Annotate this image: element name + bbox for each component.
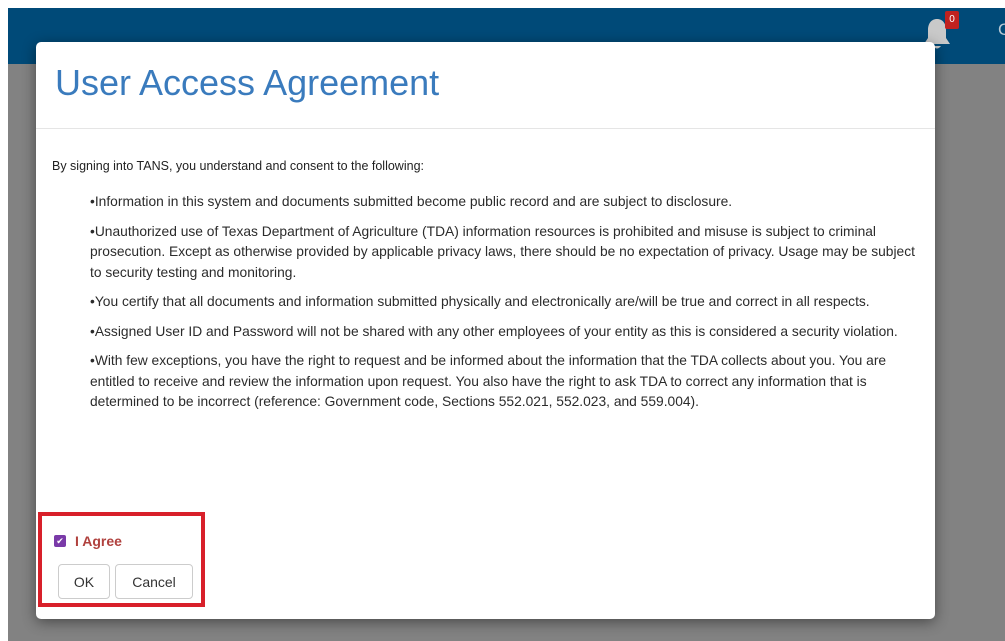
notification-badge: 0 [945, 11, 959, 29]
term-certify-documents: •You certify that all documents and info… [90, 294, 870, 309]
term-unauthorized-use: •Unauthorized use of Texas Department of… [90, 223, 915, 280]
user-access-agreement-dialog: User Access Agreement By signing into TA… [36, 42, 935, 619]
page-left-edge [0, 0, 8, 641]
agree-label[interactable]: I Agree [75, 532, 122, 550]
dialog-title: User Access Agreement [55, 62, 440, 103]
topbar-truncated-text: C [998, 20, 1005, 39]
cancel-button[interactable]: Cancel [115, 564, 193, 599]
agree-checkbox[interactable]: ✔ [54, 535, 66, 547]
check-icon: ✔ [56, 536, 64, 546]
term-public-record: •Information in this system and document… [90, 194, 733, 209]
agree-row[interactable]: ✔ I Agree [54, 532, 122, 550]
agreement-intro: By signing into TANS, you understand and… [52, 159, 424, 173]
ok-button[interactable]: OK [58, 564, 110, 599]
dialog-header: User Access Agreement [36, 42, 935, 129]
term-credentials-not-shared: •Assigned User ID and Password will not … [90, 323, 898, 339]
agreement-terms-list: •Information in this system and document… [90, 192, 920, 422]
term-information-rights: •With few exceptions, you have the right… [90, 353, 887, 409]
